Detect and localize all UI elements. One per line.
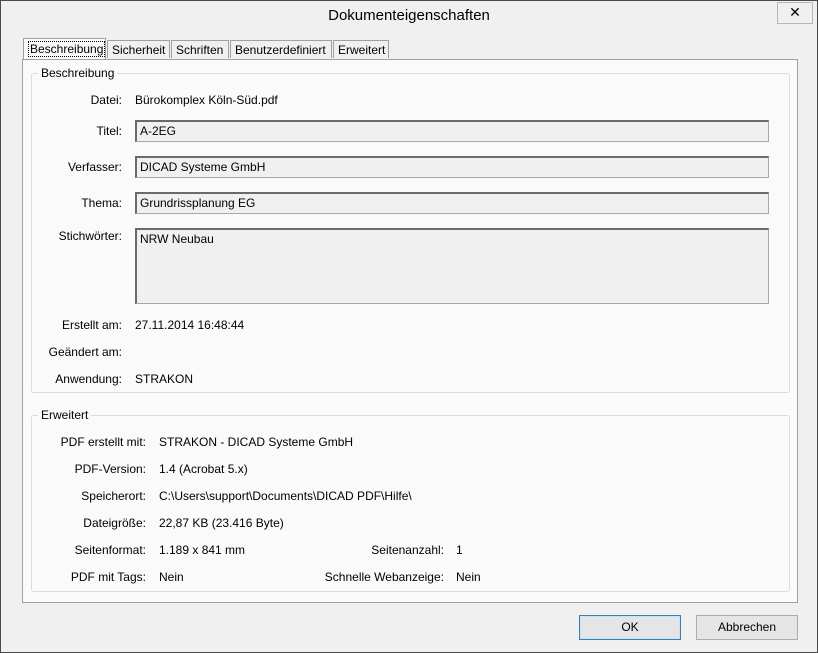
webanzeige-value: Nein	[456, 570, 481, 584]
erstellt-label: Erstellt am:	[61, 318, 122, 332]
thema-value: Grundrissplanung EG	[140, 196, 256, 210]
tab-label: Beschreibung	[28, 41, 106, 57]
abbrechen-button[interactable]: Abbrechen	[696, 615, 798, 640]
dateigroesse-label: Dateigröße:	[83, 516, 146, 530]
tags-label: PDF mit Tags:	[70, 570, 146, 584]
stichwoerter-field[interactable]: NRW Neubau	[135, 228, 769, 304]
tab-sicherheit[interactable]: Sicherheit	[107, 40, 170, 58]
tab-panel: Beschreibung Datei: Bürokomplex Köln-Süd…	[22, 59, 798, 603]
datei-value: Bürokomplex Köln-Süd.pdf	[135, 93, 278, 107]
seitenformat-label: Seitenformat:	[74, 543, 146, 557]
datei-label: Datei:	[90, 93, 122, 107]
tags-value: Nein	[159, 570, 184, 584]
group-title: Erweitert	[38, 408, 92, 422]
dialog-title: Dokumenteigenschaften	[328, 7, 490, 24]
close-icon: ✕	[789, 4, 801, 20]
erstellt-value: 27.11.2014 16:48:44	[135, 318, 245, 332]
verfasser-label: Verfasser:	[67, 160, 122, 174]
thema-label: Thema:	[81, 196, 122, 210]
pdf-version-value: 1.4 (Acrobat 5.x)	[159, 462, 248, 476]
webanzeige-label: Schnelle Webanzeige:	[324, 570, 444, 584]
speicherort-value: C:\Users\support\Documents\DICAD PDF\Hil…	[159, 489, 412, 503]
group-beschreibung: Beschreibung Datei: Bürokomplex Köln-Süd…	[31, 66, 790, 393]
speicherort-label: Speicherort:	[81, 489, 146, 503]
tab-schriften[interactable]: Schriften	[171, 40, 229, 58]
verfasser-field[interactable]: DICAD Systeme GmbH	[135, 156, 769, 178]
tab-beschreibung[interactable]: Beschreibung	[23, 38, 106, 59]
titel-field[interactable]: A-2EG	[135, 120, 769, 142]
stichwoerter-label: Stichwörter:	[58, 229, 122, 243]
title-bar: Dokumenteigenschaften ✕	[1, 1, 817, 31]
verfasser-value: DICAD Systeme GmbH	[140, 160, 266, 174]
tab-erweitert[interactable]: Erweitert	[333, 40, 389, 58]
group-title: Beschreibung	[38, 66, 118, 80]
dateigroesse-value: 22,87 KB (23.416 Byte)	[159, 516, 284, 530]
group-erweitert: Erweitert PDF erstellt mit: STRAKON - DI…	[31, 408, 790, 592]
seitenanzahl-value: 1	[456, 543, 463, 557]
ok-button[interactable]: OK	[579, 615, 681, 640]
pdf-erstellt-value: STRAKON - DICAD Systeme GmbH	[159, 435, 354, 449]
geaendert-label: Geändert am:	[48, 345, 122, 359]
thema-field[interactable]: Grundrissplanung EG	[135, 192, 769, 214]
pdf-erstellt-label: PDF erstellt mit:	[60, 435, 146, 449]
anwendung-label: Anwendung:	[55, 372, 122, 386]
titel-value: A-2EG	[140, 124, 177, 138]
seitenanzahl-label: Seitenanzahl:	[371, 543, 444, 557]
close-button[interactable]: ✕	[777, 2, 813, 24]
seitenformat-value: 1.189 x 841 mm	[159, 543, 246, 557]
anwendung-value: STRAKON	[135, 372, 194, 386]
titel-label: Titel:	[96, 124, 122, 138]
properties-dialog: Dokumenteigenschaften ✕ Beschreibung Sic…	[0, 0, 818, 653]
stichwoerter-value: NRW Neubau	[140, 232, 214, 246]
pdf-version-label: PDF-Version:	[74, 462, 146, 476]
tab-benutzerdefiniert[interactable]: Benutzerdefiniert	[230, 40, 332, 58]
